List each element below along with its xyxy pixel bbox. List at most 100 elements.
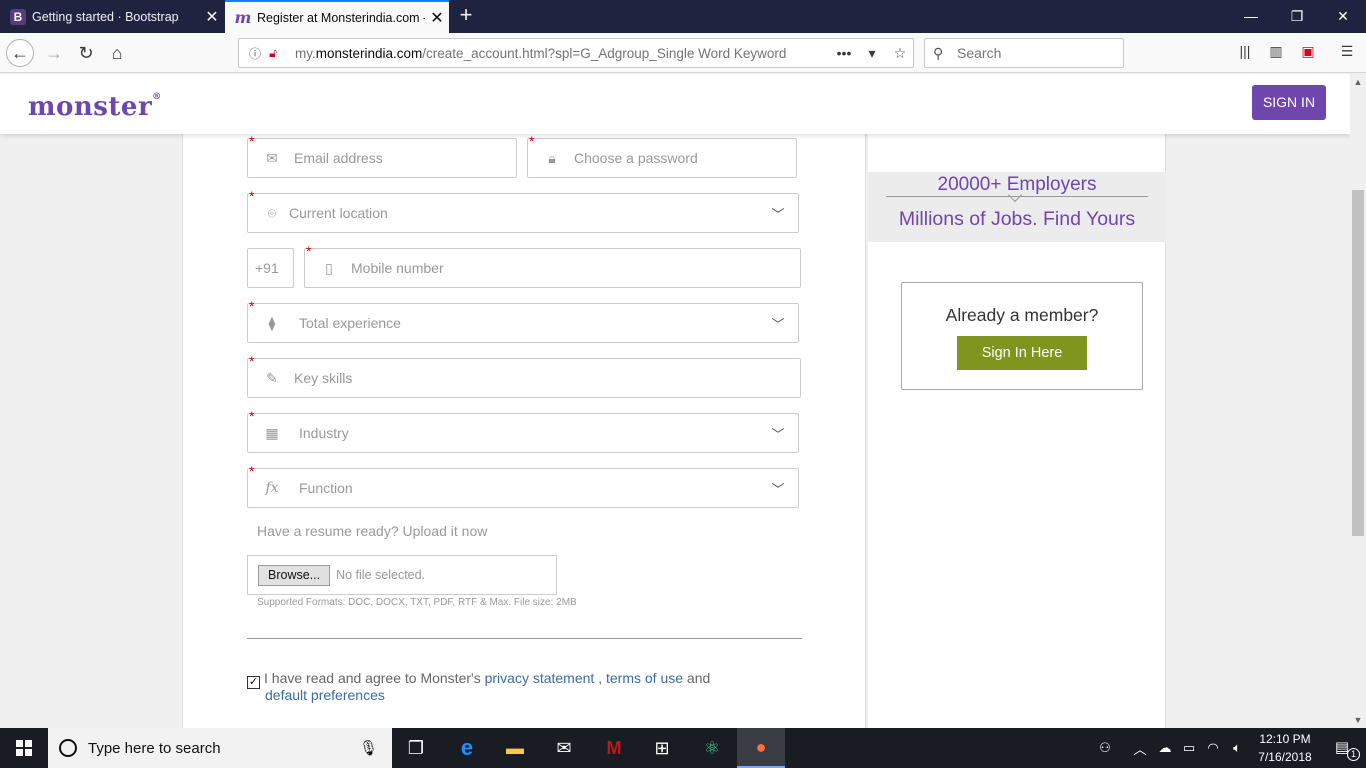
- default-preferences-link[interactable]: default preferences: [265, 687, 385, 703]
- task-view-icon[interactable]: ❐: [392, 728, 440, 768]
- onedrive-cloud-icon[interactable]: ☁: [1154, 728, 1176, 768]
- email-field[interactable]: * ✉ Email address: [247, 133, 517, 178]
- sign-in-button[interactable]: SIGN IN: [1252, 85, 1326, 120]
- battery-icon[interactable]: ▭: [1178, 728, 1200, 768]
- comma-text: ,: [594, 670, 603, 686]
- member-box: Already a member? Sign In Here: [901, 282, 1143, 390]
- url-text[interactable]: my.monsterindia.com/create_account.html?…: [295, 46, 815, 61]
- location-select[interactable]: * ⌾ Current location ﹀: [247, 188, 799, 233]
- forward-arrow-icon[interactable]: →: [40, 39, 68, 67]
- restore-icon[interactable]: ❐: [1274, 0, 1320, 33]
- tab-title: Register at Monsterindia.com -: [257, 10, 425, 25]
- industry-select[interactable]: * ▦ Industry ﹀: [247, 409, 799, 453]
- windows-taskbar: Type here to search 🎙︎ ❐ e ▬ ✉ M ⊞ ⚛ ● ⚇…: [0, 728, 1366, 768]
- mcafee-icon[interactable]: M: [590, 728, 638, 768]
- bookmark-star-icon[interactable]: ☆: [891, 45, 909, 63]
- key-skills-field[interactable]: * ✎ Key skills: [247, 353, 801, 398]
- required-marker: *: [249, 463, 255, 479]
- resume-upload-field[interactable]: Browse... No file selected.: [247, 555, 557, 595]
- country-code: +91: [255, 260, 279, 276]
- scroll-up-icon[interactable]: ▲: [1350, 74, 1366, 90]
- file-explorer-icon[interactable]: ▬: [491, 728, 539, 768]
- edge-icon[interactable]: e: [443, 728, 491, 768]
- atom-icon[interactable]: ⚛: [688, 728, 736, 768]
- no-file-text: No file selected.: [336, 568, 426, 582]
- reload-icon[interactable]: ↻: [72, 39, 100, 67]
- volume-icon[interactable]: 🔈︎: [1226, 728, 1248, 768]
- tab-bootstrap[interactable]: B Getting started · Bootstrap ✕: [0, 0, 224, 33]
- pocket-icon[interactable]: ▾: [863, 45, 881, 63]
- chevron-down-icon: ﹀: [771, 316, 785, 332]
- location-pin-icon: ⌾: [267, 204, 277, 221]
- agree-checkbox[interactable]: ✓: [247, 676, 260, 689]
- mail-icon[interactable]: ✉: [540, 728, 588, 768]
- experience-placeholder: Total experience: [299, 315, 401, 331]
- close-window-icon[interactable]: ✕: [1320, 0, 1366, 33]
- store-icon[interactable]: ⊞: [638, 728, 686, 768]
- minimize-icon[interactable]: —: [1228, 0, 1274, 33]
- show-hidden-icons-chevron-icon[interactable]: ︿: [1130, 728, 1150, 768]
- notification-count: 1: [1347, 748, 1360, 761]
- search-bar[interactable]: ⚲: [924, 38, 1124, 68]
- scroll-down-icon[interactable]: ▼: [1350, 712, 1366, 728]
- industry-placeholder: Industry: [299, 425, 349, 441]
- scroll-thumb[interactable]: [1352, 190, 1364, 536]
- firefox-icon[interactable]: ●: [737, 728, 785, 768]
- tie-icon: ⧫: [268, 314, 276, 331]
- terms-of-use-link[interactable]: terms of use: [606, 670, 683, 686]
- function-fx-icon: fx: [265, 480, 279, 496]
- url-bar[interactable]: ⓘ 🔓︎ my.monsterindia.com/create_account.…: [238, 38, 914, 68]
- action-center-icon[interactable]: ▤ 1: [1322, 728, 1362, 768]
- required-marker: *: [249, 188, 255, 204]
- chevron-down-icon: ﹀: [771, 426, 785, 442]
- insecure-lock-icon[interactable]: 🔓︎: [265, 45, 281, 61]
- monster-favicon-icon: m: [234, 8, 252, 27]
- page-actions-icon[interactable]: •••: [835, 45, 853, 63]
- required-marker: *: [529, 133, 535, 149]
- browser-tab-strip: B Getting started · Bootstrap ✕ m Regist…: [0, 0, 1366, 33]
- library-icon[interactable]: |||: [1235, 43, 1255, 63]
- start-button[interactable]: [0, 728, 48, 768]
- email-placeholder: Email address: [294, 150, 383, 166]
- cortana-circle-icon: [59, 739, 77, 757]
- browse-button[interactable]: Browse...: [258, 564, 331, 586]
- info-icon[interactable]: ⓘ: [247, 45, 263, 61]
- taskbar-clock[interactable]: 12:10 PM 7/16/2018: [1247, 730, 1323, 766]
- page-scrollbar[interactable]: ▲ ▼: [1350, 74, 1366, 728]
- taskbar-search[interactable]: Type here to search 🎙︎: [48, 728, 392, 768]
- experience-select[interactable]: * ⧫ Total experience ﹀: [247, 298, 799, 343]
- phone-icon: ▯: [325, 259, 333, 276]
- home-icon[interactable]: ⌂: [103, 39, 131, 67]
- upload-prompt: Have a resume ready? Upload it now: [257, 523, 488, 539]
- required-marker: *: [306, 243, 312, 259]
- password-field[interactable]: * 🔒︎ Choose a password: [527, 133, 797, 178]
- microphone-icon[interactable]: 🎙︎: [359, 739, 378, 757]
- function-select[interactable]: * fx Function ﹀: [247, 463, 799, 508]
- mobile-field[interactable]: * ▯ Mobile number: [304, 243, 801, 288]
- envelope-icon: ✉: [266, 149, 278, 166]
- privacy-statement-link[interactable]: privacy statement: [485, 670, 595, 686]
- country-code-field[interactable]: +91: [247, 248, 294, 288]
- tab-monster[interactable]: m Register at Monsterindia.com - ✕: [225, 0, 449, 33]
- sign-in-here-button[interactable]: Sign In Here: [957, 336, 1087, 370]
- back-arrow-icon[interactable]: ←: [6, 39, 34, 67]
- search-input[interactable]: [957, 45, 1117, 61]
- new-tab-plus-icon[interactable]: +: [454, 4, 478, 28]
- required-marker: *: [249, 353, 255, 369]
- wifi-icon[interactable]: ◠: [1202, 728, 1224, 768]
- close-tab-icon[interactable]: ✕: [425, 8, 449, 28]
- pocket-toolbar-icon[interactable]: ▣: [1298, 43, 1318, 63]
- tab-title: Getting started · Bootstrap: [32, 9, 179, 24]
- member-title: Already a member?: [945, 305, 1099, 325]
- required-marker: *: [249, 133, 255, 149]
- sidebar-icon[interactable]: ▥: [1266, 43, 1286, 63]
- browser-nav-bar: ← → ↻ ⌂ ⓘ 🔓︎ my.monsterindia.com/create_…: [0, 33, 1366, 73]
- clock-date: 7/16/2018: [1258, 750, 1312, 764]
- close-tab-icon[interactable]: ✕: [200, 7, 224, 27]
- required-marker: *: [249, 298, 255, 314]
- taskbar-search-text: Type here to search: [88, 739, 221, 757]
- menu-hamburger-icon[interactable]: ☰: [1337, 43, 1357, 63]
- people-icon[interactable]: ⚇: [1094, 728, 1116, 768]
- monster-logo[interactable]: monster®: [28, 92, 162, 122]
- divider: [247, 638, 802, 639]
